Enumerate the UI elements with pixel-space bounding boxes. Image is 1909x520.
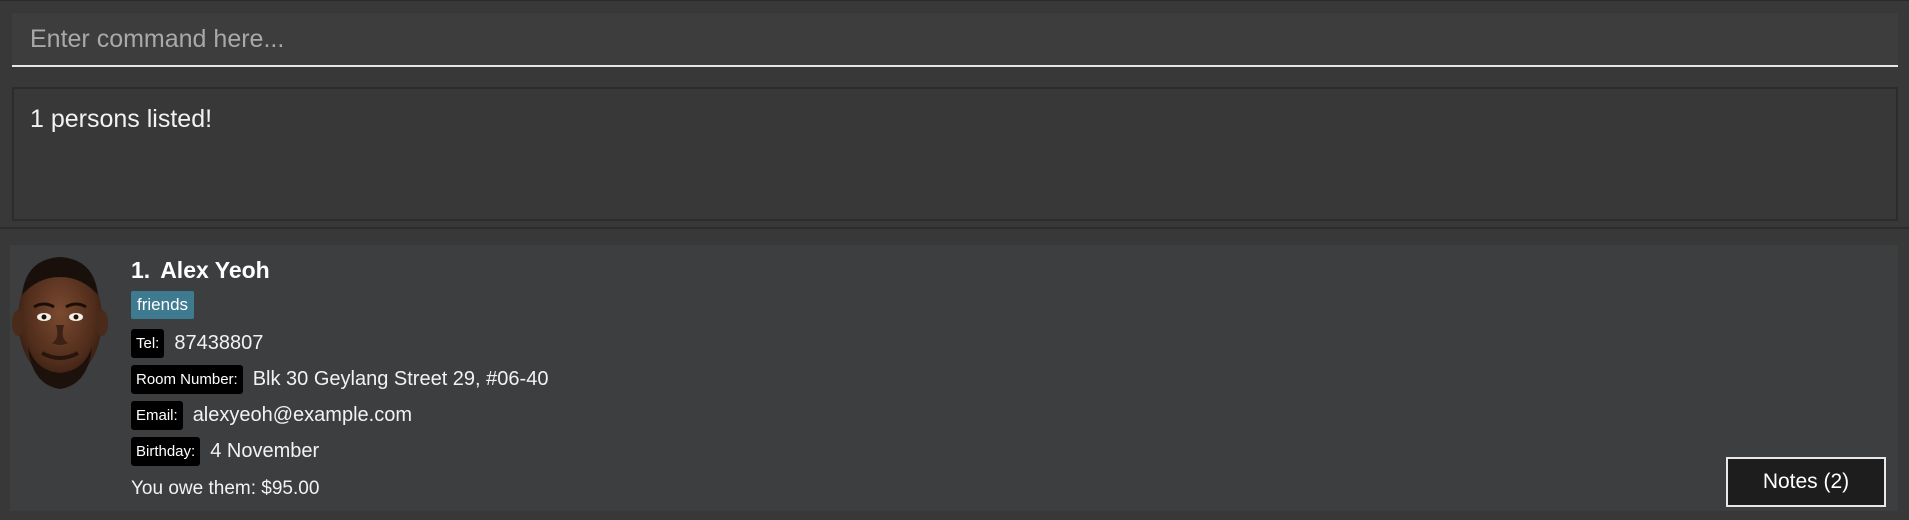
email-row: Email: alexyeoh@example.com [131,400,548,430]
person-name: Alex Yeoh [160,257,270,283]
person-card[interactable]: 1. Alex Yeoh friends Tel: 87438807 Room N… [10,245,1898,511]
command-input[interactable] [12,13,1898,65]
birthday-row: Birthday: 4 November [131,436,548,466]
email-value: alexyeoh@example.com [192,403,412,426]
person-list[interactable]: 1. Alex Yeoh friends Tel: 87438807 Room N… [10,245,1898,511]
divider [0,227,1909,229]
person-details: 1. Alex Yeoh friends Tel: 87438807 Room N… [131,255,548,500]
person-avatar-photo [12,257,108,389]
owe-amount: You owe them: $95.00 [131,478,320,499]
room-row: Room Number: Blk 30 Geylang Street 29, #… [131,364,548,394]
room-value: Blk 30 Geylang Street 29, #06-40 [252,367,549,390]
person-index: 1. [131,257,151,283]
person-name-line: 1. Alex Yeoh [131,255,548,285]
birthday-label: Birthday: [131,436,201,466]
room-label: Room Number: [131,364,243,394]
tag-friends: friends [131,291,195,319]
email-label: Email: [131,400,183,430]
tel-row: Tel: 87438807 [131,328,548,358]
result-display: 1 persons listed! [12,87,1898,221]
app-window: 1 persons listed! [0,0,1909,520]
tel-label: Tel: [131,328,165,358]
result-message: 1 persons listed! [30,105,213,133]
birthday-value: 4 November [210,439,320,462]
tel-value: 87438807 [174,331,264,354]
notes-button[interactable]: Notes (2) [1726,457,1886,507]
command-box [12,13,1898,67]
